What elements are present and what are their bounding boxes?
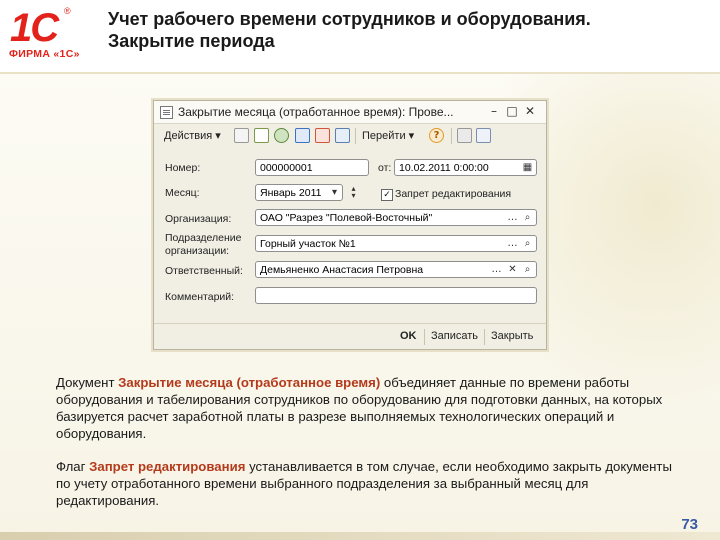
list-settings-icon[interactable] [457, 128, 472, 143]
document-window: Закрытие месяца (отработанное время): Пр… [153, 100, 547, 350]
search-icon[interactable]: ⌕ [521, 263, 534, 276]
logo-mark: 1С [10, 6, 59, 50]
post-document-icon[interactable] [295, 128, 310, 143]
unpost-document-icon[interactable] [315, 128, 330, 143]
search-icon[interactable]: ⌕ [521, 211, 534, 224]
header-divider [0, 72, 720, 74]
number-label: Номер: [165, 162, 201, 174]
highlight-document-name: Закрытие месяца (отработанное время) [118, 375, 381, 390]
ok-button[interactable]: OK [400, 330, 417, 342]
actions-menu[interactable]: Действия ▾ [164, 129, 221, 142]
responsible-label: Ответственный: [165, 265, 243, 277]
paragraph-1: Документ Закрытие месяца (отработанное в… [56, 375, 663, 441]
clear-icon[interactable]: ✕ [506, 263, 519, 276]
from-label: от: [378, 162, 392, 174]
footer-divider [154, 323, 546, 324]
button-separator [484, 329, 485, 345]
comment-label: Комментарий: [165, 291, 235, 303]
responsible-field[interactable]: Демьяненко Анастасия Петровна… ✕ ⌕ [255, 261, 537, 278]
highlight-flag-name: Запрет редактирования [89, 459, 246, 474]
department-label-line1: Подразделение [165, 232, 242, 244]
date-field[interactable]: 10.02.2011 0:00:00 ▦ [394, 159, 537, 176]
toolbar-separator [355, 128, 356, 144]
organization-label: Организация: [165, 213, 232, 225]
month-stepper-icon[interactable]: ▴ ▾ [347, 185, 360, 200]
month-label: Месяц: [165, 187, 200, 199]
minimize-icon[interactable]: – [488, 105, 500, 117]
paragraph-2: Флаг Запрет редактирования устанавливает… [56, 459, 672, 508]
refresh-icon[interactable] [274, 128, 289, 143]
window-title: Закрытие месяца (отработанное время): Пр… [178, 105, 454, 119]
dropdown-icon[interactable]: ▾ [328, 186, 341, 199]
number-field[interactable]: 000000001 [255, 159, 369, 176]
department-field[interactable]: Горный участок №1… ⌕ [255, 235, 537, 252]
calendar-icon[interactable]: ▦ [521, 161, 534, 174]
document-icon [160, 106, 173, 119]
lock-editing-checkbox[interactable]: ✓ [381, 189, 393, 201]
goto-menu[interactable]: Перейти ▾ [362, 129, 414, 142]
comment-field[interactable] [255, 287, 537, 304]
organization-field[interactable]: ОАО "Разрез "Полевой-Восточный"… ⌕ [255, 209, 537, 226]
slide-title: Учет рабочего времени сотрудников и обор… [108, 9, 591, 51]
bottom-bar [0, 532, 720, 540]
month-field[interactable]: Январь 2011 ▾ [255, 184, 343, 201]
new-document-icon[interactable] [234, 128, 249, 143]
toolbar: Действия ▾ Перейти ▾ ? [154, 124, 546, 148]
maximize-icon[interactable]: □ [506, 105, 518, 117]
header: 1С ® ФИРМА «1С» Учет рабочего времени со… [0, 0, 720, 74]
close-icon[interactable]: ✕ [524, 105, 536, 117]
save-button[interactable]: Записать [431, 330, 478, 342]
logo: 1С ® ФИРМА «1С» [8, 6, 84, 66]
select-ellipsis-icon[interactable]: … [490, 263, 503, 276]
window-titlebar[interactable]: Закрытие месяца (отработанное время): Пр… [154, 101, 546, 124]
registered-icon: ® [64, 6, 71, 16]
close-button[interactable]: Закрыть [491, 330, 533, 342]
slide: 1С ® ФИРМА «1С» Учет рабочего времени со… [0, 0, 720, 540]
department-label-line2: организации: [165, 245, 230, 257]
select-ellipsis-icon[interactable]: … [506, 211, 519, 224]
toolbar-separator [451, 128, 452, 144]
lock-editing-label: Запрет редактирования [395, 188, 512, 200]
button-separator [424, 329, 425, 345]
help-icon[interactable]: ? [429, 128, 444, 143]
grid-icon[interactable] [476, 128, 491, 143]
copy-icon[interactable] [254, 128, 269, 143]
select-ellipsis-icon[interactable]: … [506, 237, 519, 250]
search-icon[interactable]: ⌕ [521, 237, 534, 250]
structure-icon[interactable] [335, 128, 350, 143]
logo-text: ФИРМА «1С» [9, 48, 80, 60]
page-number: 73 [681, 516, 698, 533]
